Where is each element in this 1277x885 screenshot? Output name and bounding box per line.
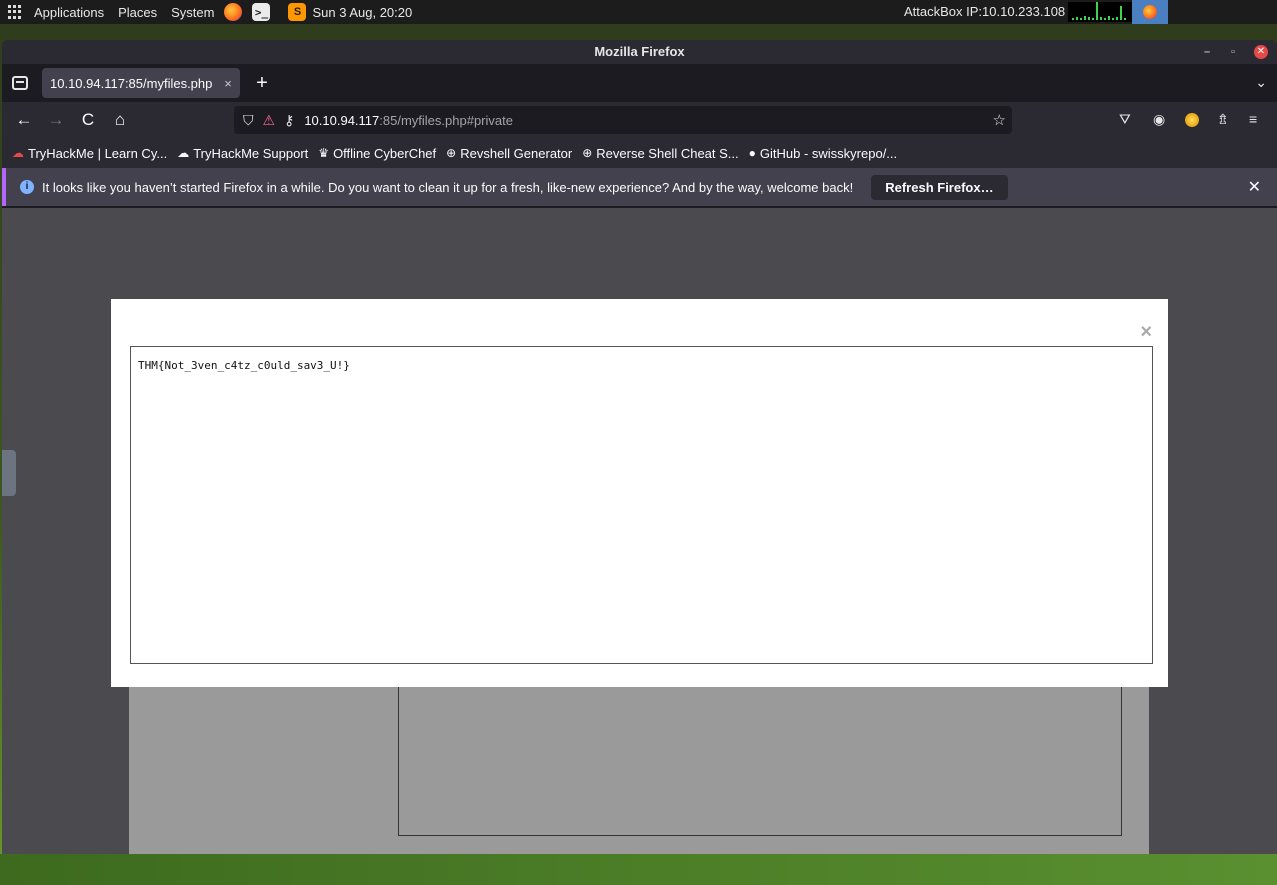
network-graph-spike (1076, 17, 1078, 20)
firefox-icon (1143, 5, 1157, 19)
hamburger-menu-icon[interactable]: ≡ (1249, 111, 1257, 127)
notification-bar: i It looks like you haven’t started Fire… (2, 168, 1277, 206)
refresh-firefox-button[interactable]: Refresh Firefox… (871, 174, 1008, 200)
navigation-toolbar: ← → C ⌂ ⛉ ⚠ ⚷ 10.10.94.117 :85/myfiles.p… (2, 102, 1277, 138)
network-graph-spike (1072, 18, 1074, 20)
reload-button[interactable]: C (72, 110, 104, 130)
page-content: × THM{Not_3ven_c4tz_c0uld_sav3_U!} (2, 208, 1277, 854)
url-host: 10.10.94.117 (304, 112, 380, 128)
list-all-tabs-icon[interactable]: ⌄ (1255, 74, 1267, 91)
bookmark-revshell[interactable]: ⊕ Revshell Generator (446, 146, 572, 161)
bookmark-label: TryHackMe | Learn Cy... (28, 145, 168, 161)
account-icon[interactable]: ◉ (1153, 111, 1165, 128)
modal-close-icon[interactable]: × (1140, 321, 1152, 344)
network-graph-spike (1112, 18, 1114, 20)
chef-hat-icon: ♛ (318, 146, 330, 160)
tab-title: 10.10.94.117:85/myfiles.php (50, 75, 213, 91)
network-graph-spike (1120, 6, 1122, 20)
back-button[interactable]: ← (8, 110, 40, 130)
bookmark-tryhackme-support[interactable]: ☁ TryHackMe Support (177, 146, 308, 161)
network-graph-spike (1080, 18, 1082, 20)
forward-button[interactable]: → (40, 110, 72, 130)
github-icon: ● (748, 146, 756, 160)
extension-icon[interactable] (1185, 113, 1199, 127)
bookmark-label: Revshell Generator (460, 145, 573, 161)
bookmark-github[interactable]: ● GitHub - swisskyrepo/... (749, 146, 898, 161)
extensions-icon[interactable]: ⇯ (1217, 111, 1229, 128)
network-graph-spike (1084, 16, 1086, 20)
network-graph-spike (1096, 2, 1098, 20)
window-title: Mozilla Firefox (594, 44, 685, 59)
bookmark-revshell-cheatsheet[interactable]: ⊕ Reverse Shell Cheat S... (582, 146, 738, 161)
system-menu[interactable]: System (171, 5, 214, 20)
panel-clock[interactable]: Sun 3 Aug, 20:20 (312, 5, 412, 20)
globe-icon: ⊕ (446, 146, 457, 160)
bookmarks-toolbar: ☁ TryHackMe | Learn Cy... ☁ TryHackMe Supp… (2, 138, 1277, 168)
network-monitor-graph (1068, 2, 1132, 22)
bookmark-label: Offline CyberChef (333, 145, 437, 161)
firefox-launcher-icon[interactable] (224, 3, 243, 21)
key-icon[interactable]: ⚷ (284, 112, 294, 129)
close-window-button[interactable]: ✕ (1254, 45, 1268, 59)
url-bar[interactable]: ⛉ ⚠ ⚷ 10.10.94.117 :85/myfiles.php#priva… (234, 106, 1012, 134)
applications-menu[interactable]: Applications (34, 5, 104, 20)
file-viewer-modal: × THM{Not_3ven_c4tz_c0uld_sav3_U!} (111, 299, 1168, 687)
window-title-bar[interactable]: Mozilla Firefox – ▫ ✕ (2, 40, 1277, 64)
network-graph-spike (1104, 18, 1106, 20)
bookmark-cyberchef[interactable]: ♛ Offline CyberChef (318, 146, 436, 161)
close-notification-icon[interactable]: ✕ (1248, 177, 1261, 197)
desktop-background (0, 854, 1277, 885)
attackbox-ip-label: AttackBox IP:10.10.233.108 (904, 4, 1066, 19)
tab-myfiles[interactable]: 10.10.94.117:85/myfiles.php × (42, 68, 240, 98)
bookmark-label: Reverse Shell Cheat S... (596, 145, 739, 161)
firefox-window: Mozilla Firefox – ▫ ✕ 10.10.94.117:85/my… (2, 40, 1277, 854)
network-graph-spike (1092, 18, 1094, 20)
page-background-box (398, 686, 1122, 836)
network-graph-spike (1108, 16, 1110, 20)
sublime-launcher-icon[interactable]: S (288, 3, 307, 21)
bookmark-tryhackme[interactable]: ☁ TryHackMe | Learn Cy... (12, 146, 167, 161)
bookmark-star-icon[interactable]: ☆ (993, 111, 1006, 129)
network-graph-spike (1124, 18, 1126, 20)
bookmark-label: GitHub - swisskyrepo/... (759, 145, 898, 161)
terminal-launcher-icon[interactable]: >_ (252, 3, 271, 21)
file-content-textarea[interactable]: THM{Not_3ven_c4tz_c0uld_sav3_U!} (130, 346, 1153, 664)
info-icon: i (20, 180, 34, 194)
maximize-button[interactable]: ▫ (1226, 45, 1240, 59)
side-drawer-handle[interactable] (2, 450, 16, 496)
network-graph-spike (1116, 17, 1118, 20)
home-button[interactable]: ⌂ (104, 110, 136, 130)
tab-close-icon[interactable]: × (220, 76, 236, 91)
tab-list-icon[interactable] (12, 76, 28, 90)
shield-icon[interactable]: ⛉ (243, 112, 254, 129)
places-menu[interactable]: Places (118, 5, 157, 20)
network-graph-spike (1088, 17, 1090, 20)
desktop-top-panel: Applications Places System >_ S Sun 3 Au… (0, 0, 1277, 24)
minimize-button[interactable]: – (1200, 45, 1214, 59)
insecure-connection-icon[interactable]: ⚠ (263, 112, 276, 129)
cloud-icon: ☁ (177, 146, 190, 160)
url-path: :85/myfiles.php#private (379, 112, 513, 128)
taskbar-firefox-window[interactable] (1132, 0, 1168, 24)
globe-icon: ⊕ (582, 146, 593, 160)
new-tab-button[interactable]: + (252, 72, 272, 95)
bookmark-label: TryHackMe Support (193, 145, 309, 161)
notification-message: It looks like you haven’t started Firefo… (42, 179, 854, 195)
apps-grid-icon[interactable] (8, 5, 22, 19)
pocket-icon[interactable]: ⛛ (1119, 111, 1131, 128)
network-graph-spike (1100, 17, 1102, 20)
tab-strip: 10.10.94.117:85/myfiles.php × + ⌄ (2, 64, 1277, 102)
tryhackme-icon: ☁ (12, 146, 24, 160)
